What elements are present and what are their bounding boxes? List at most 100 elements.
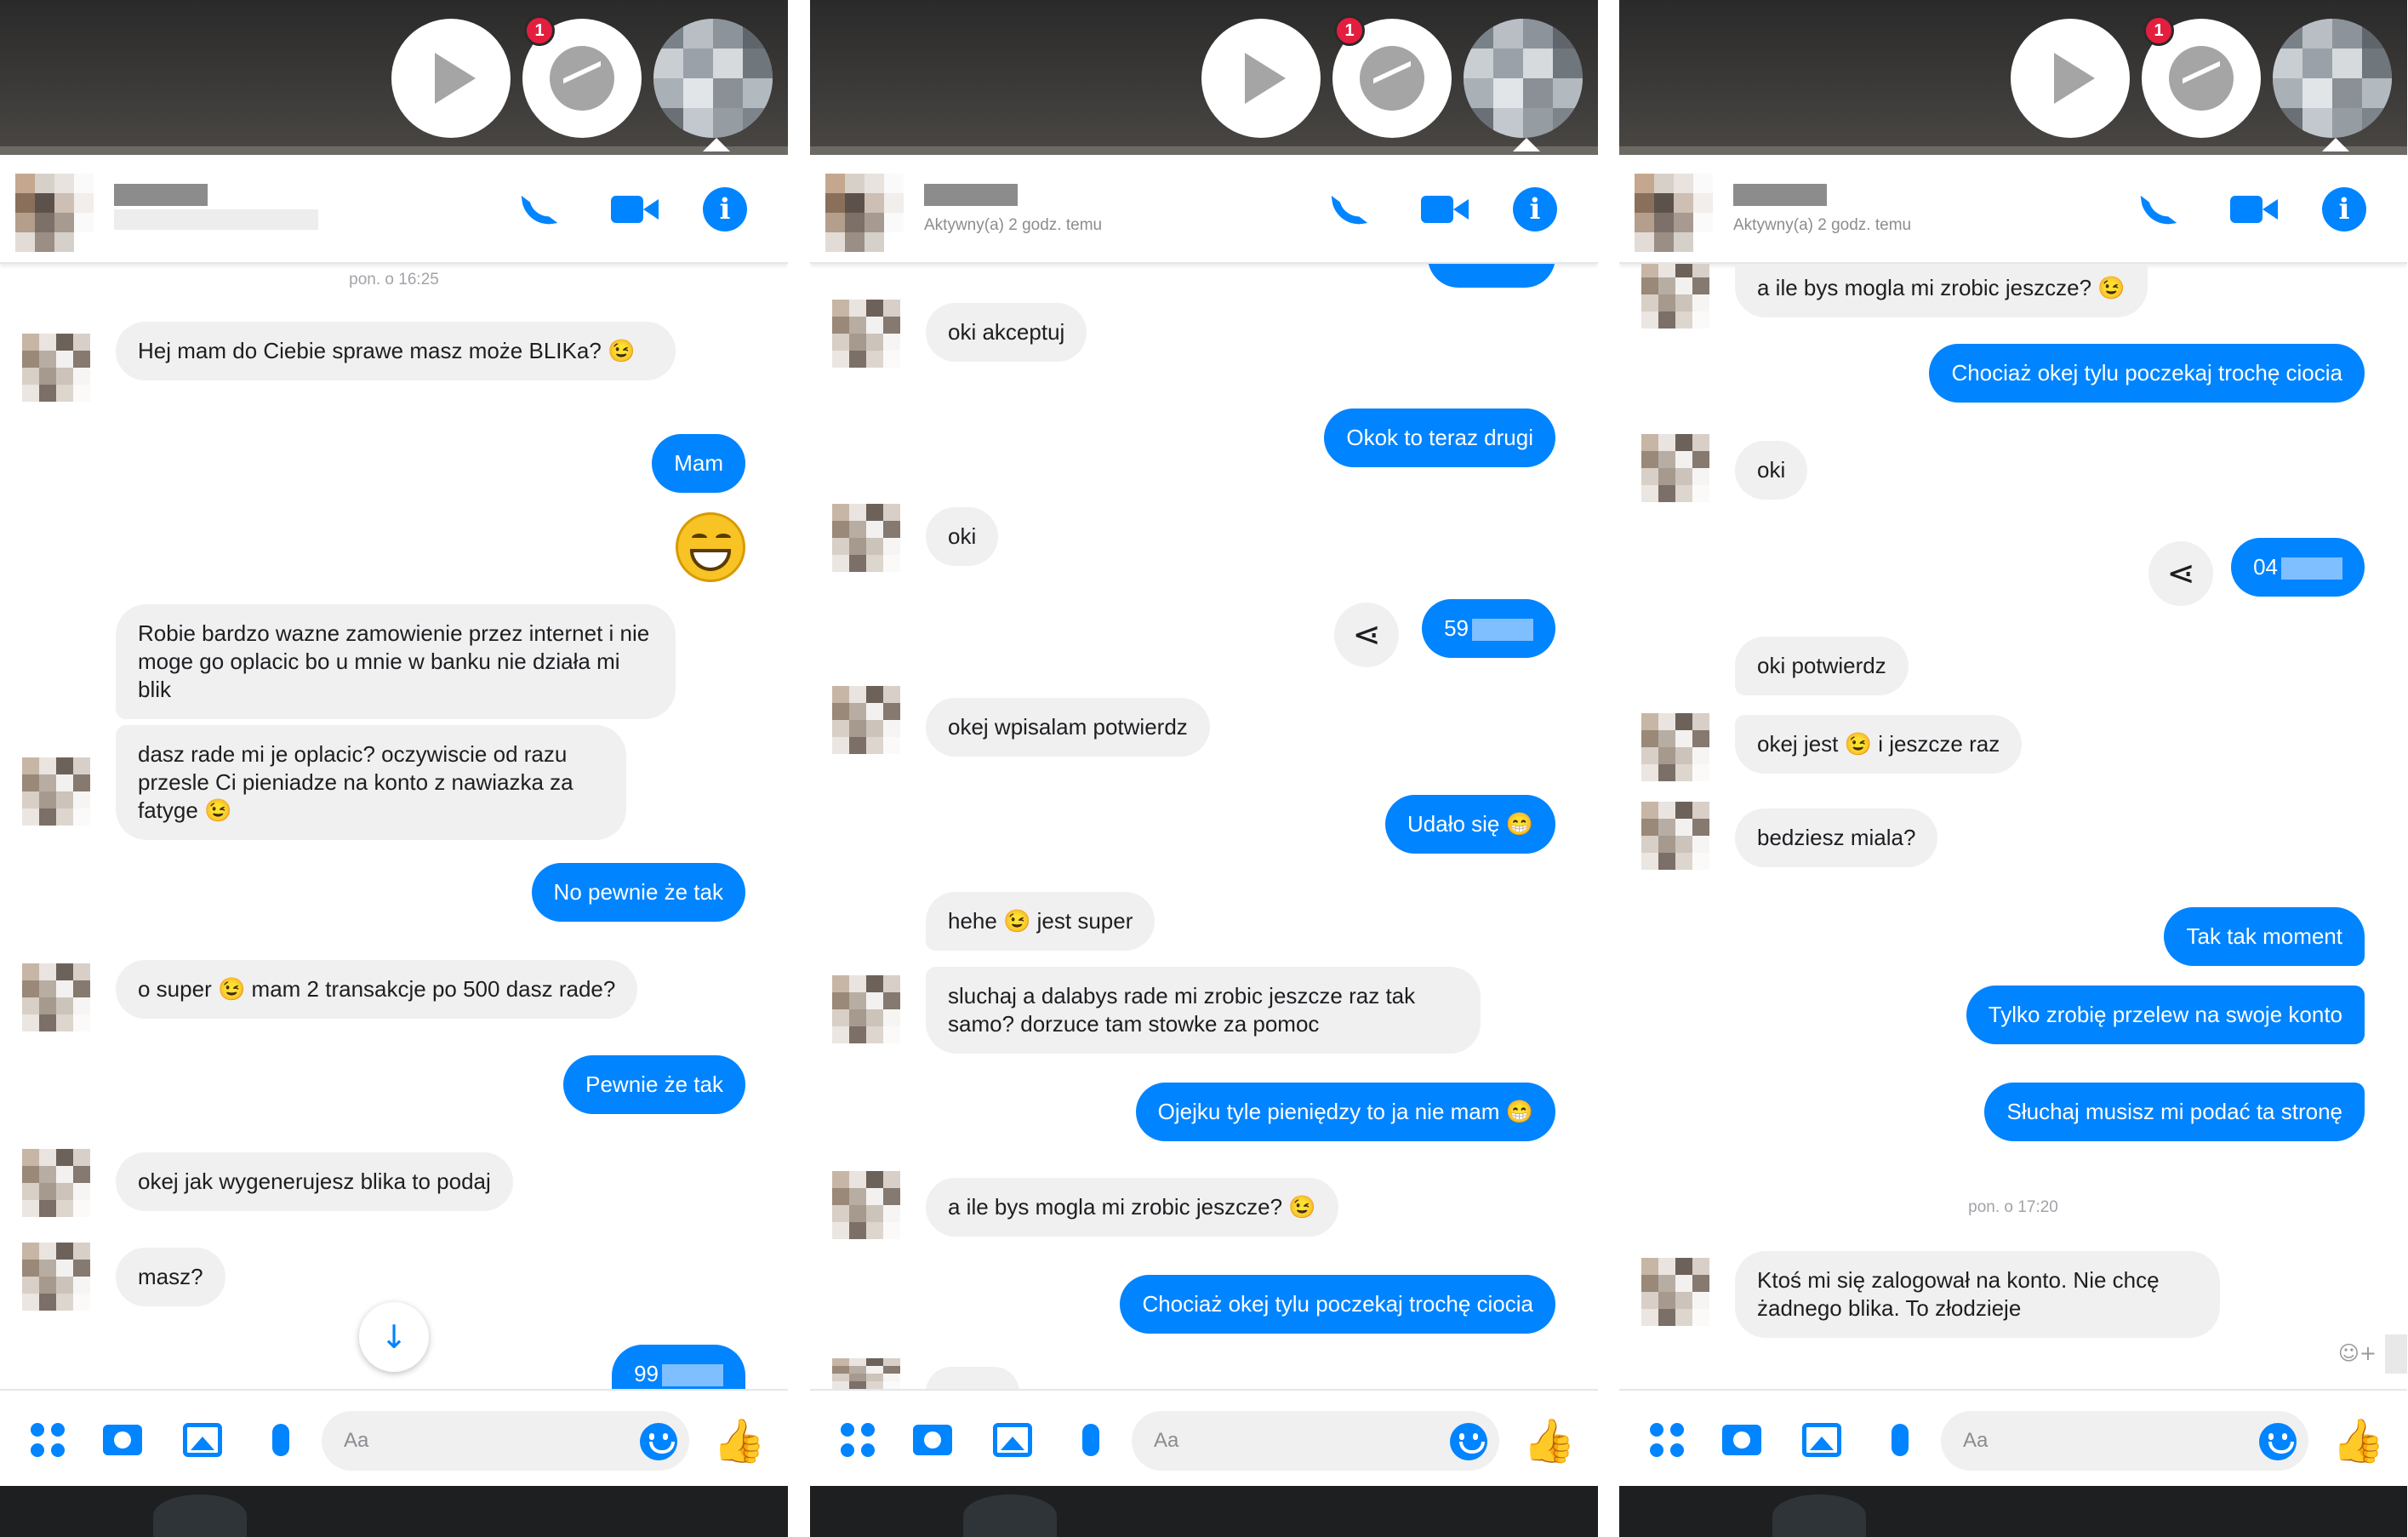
message-outgoing[interactable]: Tylko zrobię przelew na swoje konto	[1966, 986, 2365, 1044]
info-button[interactable]: i	[2319, 184, 2370, 235]
sender-avatar	[1641, 802, 1709, 870]
contact-chat-head[interactable]	[653, 19, 773, 138]
message-outgoing[interactable]: 99	[612, 1345, 745, 1389]
info-button[interactable]: i	[1509, 184, 1561, 235]
message-incoming[interactable]: bedziesz miala?	[1735, 808, 1938, 867]
message-incoming[interactable]: Robie bardzo wazne zamowienie przez inte…	[116, 604, 676, 719]
grinning-emoji[interactable]	[676, 512, 745, 582]
chat-heads-bar: 1	[0, 0, 788, 155]
sender-avatar	[1641, 713, 1709, 781]
gallery-icon	[1802, 1423, 1841, 1457]
scroll-down-button[interactable]: ↓	[359, 1302, 429, 1372]
camera-button[interactable]	[100, 1418, 145, 1462]
message-incoming[interactable]: a ile bys mogla mi zrobic jeszcze? 😉	[926, 1178, 1338, 1237]
message-incoming[interactable]: dasz rade mi je oplacic? oczywiscie od r…	[116, 725, 626, 840]
call-button[interactable]	[2133, 184, 2184, 235]
message-incoming[interactable]: Hej mam do Ciebie sprawe masz może BLIKa…	[116, 322, 676, 380]
message-incoming[interactable]: oki potwierdz	[1735, 637, 1909, 695]
contact-avatar[interactable]	[15, 174, 94, 252]
conversation-header: i	[0, 155, 788, 264]
system-nav-bar	[1619, 1486, 2407, 1537]
message-outgoing-partial[interactable]	[1428, 264, 1555, 288]
message-incoming[interactable]: sluchaj a dalabys rade mi zrobic jeszcze…	[926, 967, 1481, 1054]
screen-3: 1 Aktywny(a) 2 godz. temu i a ile bys mo…	[1619, 0, 2407, 1537]
message-incoming[interactable]: okej jest 😉 i jeszcze raz	[1735, 715, 2023, 774]
sender-avatar	[832, 1358, 900, 1389]
contact-chat-head[interactable]	[2273, 19, 2392, 138]
message-outgoing[interactable]: Tak tak moment	[2164, 907, 2365, 966]
message-outgoing[interactable]: Słuchaj musisz mi podać ta stronę	[1984, 1083, 2365, 1141]
call-button[interactable]	[1324, 184, 1375, 235]
more-actions-button[interactable]	[836, 1418, 880, 1462]
contact-avatar[interactable]	[1635, 174, 1713, 252]
gallery-button[interactable]	[990, 1418, 1035, 1462]
gallery-button[interactable]	[180, 1418, 225, 1462]
play-chat-head[interactable]	[1201, 19, 1321, 138]
message-outgoing[interactable]: Udało się 😁	[1385, 795, 1555, 854]
message-outgoing[interactable]: Chociaż okej tylu poczekaj trochę ciocia	[1120, 1275, 1555, 1334]
message-outgoing[interactable]: Ojejku tyle pieniędzy to ja nie mam 😁	[1135, 1083, 1555, 1141]
share-button[interactable]: ⋖	[2148, 541, 2213, 606]
gallery-button[interactable]	[1800, 1418, 1844, 1462]
message-input[interactable]	[344, 1426, 599, 1456]
message-outgoing[interactable]: Okok to teraz drugi	[1324, 409, 1555, 467]
sender-avatar	[832, 300, 900, 368]
message-incoming[interactable]: o super 😉 mam 2 transakcje po 500 dasz r…	[116, 960, 638, 1019]
message-incoming[interactable]: hehe 😉 jest super	[926, 892, 1155, 951]
message-outgoing[interactable]: No pewnie że tak	[531, 863, 745, 922]
scrollbar-thumb[interactable]	[2385, 1334, 2407, 1374]
camera-button[interactable]	[910, 1418, 955, 1462]
sender-avatar	[832, 504, 900, 572]
more-actions-button[interactable]	[26, 1418, 70, 1462]
call-button[interactable]	[514, 184, 565, 235]
contact-chat-head[interactable]	[1464, 19, 1583, 138]
video-call-button[interactable]	[2228, 184, 2280, 235]
screen-divider	[788, 0, 810, 1537]
more-actions-button[interactable]	[1645, 1418, 1689, 1462]
emoji-icon[interactable]	[640, 1423, 677, 1460]
message-outgoing[interactable]: 59	[1422, 599, 1555, 658]
message-incoming[interactable]: Ktoś mi się zalogował na konto. Nie chcę…	[1735, 1251, 2220, 1338]
contact-name-redacted	[114, 184, 208, 206]
message-outgoing[interactable]: Mam	[652, 434, 745, 493]
composer-bar: 👍	[0, 1389, 788, 1486]
message-outgoing[interactable]: 04	[2231, 538, 2365, 597]
message-incoming[interactable]: oki	[926, 507, 999, 566]
message-list[interactable]: a ile bys mogla mi zrobic jeszcze? 😉 Cho…	[1619, 264, 2407, 1389]
message-incoming[interactable]: a ile bys mogla mi zrobic jeszcze? 😉	[1735, 264, 2148, 317]
message-outgoing[interactable]: Pewnie że tak	[563, 1055, 745, 1114]
messenger-icon	[550, 46, 614, 111]
camera-button[interactable]	[1720, 1418, 1764, 1462]
message-input[interactable]	[1963, 1426, 2218, 1456]
notification-badge: 1	[2143, 15, 2174, 46]
video-call-button[interactable]	[609, 184, 660, 235]
like-button[interactable]: 👍	[713, 1416, 766, 1466]
video-call-button[interactable]	[1419, 184, 1470, 235]
voice-button[interactable]	[1069, 1418, 1113, 1462]
video-camera-icon	[1421, 194, 1469, 225]
message-list[interactable]: oki akceptuj Okok to teraz drugi oki ⋖ 5…	[810, 264, 1598, 1389]
share-button[interactable]: ⋖	[1334, 603, 1399, 667]
like-button[interactable]: 👍	[1523, 1416, 1576, 1466]
message-input[interactable]	[1154, 1426, 1409, 1456]
message-incoming-partial[interactable]	[926, 1367, 1019, 1389]
contact-avatar[interactable]	[825, 174, 904, 252]
info-button[interactable]: i	[699, 184, 750, 235]
message-outgoing[interactable]: Chociaż okej tylu poczekaj trochę ciocia	[1929, 344, 2365, 403]
play-chat-head[interactable]	[2011, 19, 2130, 138]
voice-button[interactable]	[259, 1418, 303, 1462]
emoji-icon[interactable]	[1450, 1423, 1487, 1460]
message-incoming[interactable]: oki	[1735, 441, 1808, 500]
microphone-icon	[272, 1424, 289, 1456]
add-reaction-icon[interactable]: ☺+	[2338, 1341, 2377, 1365]
message-incoming[interactable]: oki akceptuj	[926, 303, 1087, 362]
like-button[interactable]: 👍	[2332, 1416, 2385, 1466]
message-list[interactable]: pon. o 16:25 Hej mam do Ciebie sprawe ma…	[0, 264, 788, 1389]
message-incoming[interactable]: okej wpisalam potwierdz	[926, 698, 1210, 757]
info-icon: i	[703, 187, 747, 231]
play-chat-head[interactable]	[391, 19, 511, 138]
voice-button[interactable]	[1878, 1418, 1922, 1462]
emoji-icon[interactable]	[2259, 1423, 2297, 1460]
message-incoming[interactable]: masz?	[116, 1248, 225, 1306]
message-incoming[interactable]: okej jak wygenerujesz blika to podaj	[116, 1152, 513, 1211]
